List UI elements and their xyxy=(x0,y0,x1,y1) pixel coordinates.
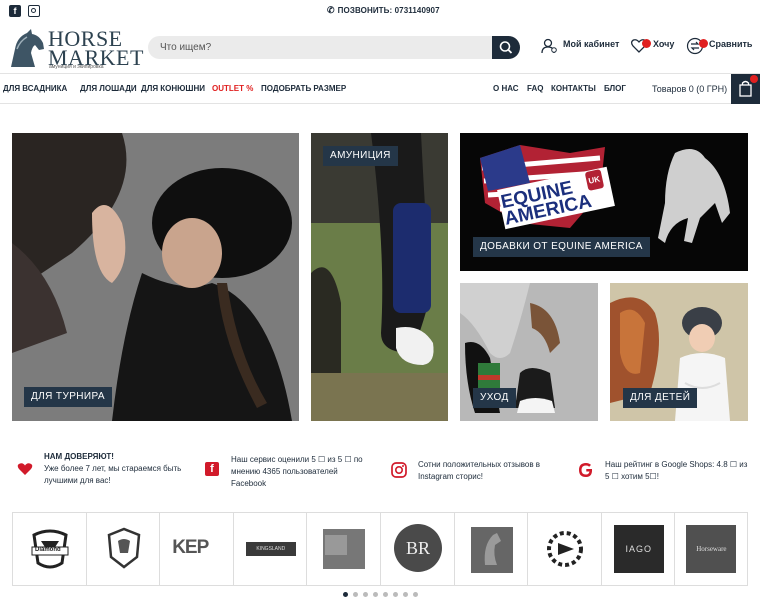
banner-equine-america[interactable]: EQUINE AMERICA UK ДОБАВКИ ОТ EQUINE AMER… xyxy=(460,133,748,271)
trust-facebook-line3: Facebook xyxy=(231,479,267,488)
nav-item-stable[interactable]: ДЛЯ КОНЮШНИ xyxy=(141,84,205,93)
banner-tournament-label: ДЛЯ ТУРНИРА xyxy=(24,387,112,407)
banner-equine-label: ДОБАВКИ ОТ EQUINE AMERICA xyxy=(473,237,650,257)
trust-facebook-line2: мнению 4365 пользователей xyxy=(231,467,338,476)
nav-item-contacts[interactable]: КОНТАКТЫ xyxy=(551,84,596,93)
nav-item-faq[interactable]: FAQ xyxy=(527,84,543,93)
banner-care-label: УХОД xyxy=(473,388,516,408)
nav-item-rider[interactable]: ДЛЯ ВСАДНИКА xyxy=(3,84,67,93)
phone-text: ПОЗВОНИТЬ: 0731140907 xyxy=(337,6,440,15)
search-icon xyxy=(499,41,513,54)
top-bar: f ✆ ПОЗВОНИТЬ: 0731140907 xyxy=(0,0,760,22)
brand-horse-head[interactable] xyxy=(455,513,529,585)
emblem-logo-icon xyxy=(547,531,584,567)
banner-kids-label: ДЛЯ ДЕТЕЙ xyxy=(623,388,698,408)
carousel-dot[interactable] xyxy=(403,592,408,597)
wishlist-badge xyxy=(642,39,651,48)
shield-logo-icon xyxy=(107,527,140,569)
brand-shield[interactable] xyxy=(87,513,161,585)
user-icon[interactable] xyxy=(540,37,558,55)
trust-block-years: НАМ ДОВЕРЯЮТ! Уже более 7 лет, мы старае… xyxy=(44,451,181,487)
brand-horseware-box: Horseware xyxy=(686,525,737,573)
brand-kep-label: KEP xyxy=(172,537,209,558)
banner-equipment[interactable]: АМУНИЦИЯ xyxy=(311,133,448,421)
trust-google-line2: 5 ☐ хотим 5☐! xyxy=(605,472,659,481)
brand-photo[interactable] xyxy=(307,513,381,585)
brand-diamond-label: Diamond xyxy=(35,547,61,553)
main-nav: ДЛЯ ВСАДНИКА ДЛЯ ЛОШАДИ ДЛЯ КОНЮШНИ OUTL… xyxy=(0,74,760,104)
brand-iago[interactable]: IAGO xyxy=(602,513,676,585)
banner-kids[interactable]: ДЛЯ ДЕТЕЙ xyxy=(610,283,748,421)
trust-google-line1: Наш рейтинг в Google Shops: 4.8 ☐ из xyxy=(605,460,748,469)
search-button[interactable] xyxy=(492,36,520,59)
banner-tournament[interactable]: ДЛЯ ТУРНИРА xyxy=(12,133,299,421)
brand-kingsland-box: KINGSLAND xyxy=(245,542,296,556)
brand-kingsland[interactable]: KINGSLAND xyxy=(234,513,308,585)
carousel-dot[interactable] xyxy=(383,592,388,597)
account-link[interactable]: Мой кабинет xyxy=(563,39,619,49)
carousel-dot[interactable] xyxy=(393,592,398,597)
instagram-icon[interactable] xyxy=(28,5,40,17)
brand-br[interactable]: BR xyxy=(381,513,455,585)
nav-item-about[interactable]: О НАС xyxy=(493,84,519,93)
nav-item-size[interactable]: ПОДОБРАТЬ РАЗМЕР xyxy=(261,84,346,93)
brand-br-circle: BR xyxy=(394,524,442,572)
carousel-dot[interactable] xyxy=(413,592,418,597)
carousel-dot[interactable] xyxy=(353,592,358,597)
heart-icon xyxy=(17,463,33,475)
phone-link[interactable]: ✆ ПОЗВОНИТЬ: 0731140907 xyxy=(327,5,440,16)
trust-years-line1: Уже более 7 лет, мы стараемся быть xyxy=(44,464,182,473)
compare-badge xyxy=(699,39,708,48)
trust-block-facebook: Наш сервис оценили 5 ☐ из 5 ☐ по мнению … xyxy=(231,454,363,490)
instagram-icon xyxy=(391,462,407,478)
brand-br-label: BR xyxy=(405,538,430,558)
trust-block-instagram: Сотни положительных отзывов в Instagram … xyxy=(418,459,540,483)
trust-years-line2: лучшими для вас! xyxy=(44,476,111,485)
logo-tagline: амуниция и экипировка xyxy=(49,64,104,70)
brand-diamond[interactable]: Diamond xyxy=(13,513,87,585)
wishlist-link[interactable]: Хочу xyxy=(653,39,674,49)
rider-with-horse-image xyxy=(12,133,299,421)
banner-equipment-label: АМУНИЦИЯ xyxy=(323,146,398,166)
horse-head-logo-icon xyxy=(470,527,513,573)
trust-title: НАМ ДОВЕРЯЮТ! xyxy=(44,452,114,461)
brand-horseware[interactable]: Horseware xyxy=(675,513,749,585)
carousel-dot[interactable] xyxy=(363,592,368,597)
facebook-icon: f xyxy=(205,462,219,476)
cart-summary[interactable]: Товаров 0 (0 ГРН) xyxy=(652,84,727,94)
nav-item-horse[interactable]: ДЛЯ ЛОШАДИ xyxy=(80,84,137,93)
brand-kingsland-label: KINGSLAND xyxy=(256,546,286,552)
nav-item-outlet[interactable]: OUTLET % xyxy=(212,84,253,93)
brand-kep[interactable]: KEP xyxy=(160,513,234,585)
brand-iago-box: IAGO xyxy=(613,525,664,573)
trust-instagram-line1: Сотни положительных отзывов в xyxy=(418,460,541,469)
search-input[interactable] xyxy=(160,39,480,56)
brand-horseware-label: Horseware xyxy=(696,545,727,553)
banner-care[interactable]: УХОД xyxy=(460,283,598,421)
trust-block-google: Наш рейтинг в Google Shops: 4.8 ☐ из 5 ☐… xyxy=(605,459,747,483)
carousel-dot[interactable] xyxy=(373,592,378,597)
compare-link[interactable]: Сравнить xyxy=(709,39,752,49)
trust-instagram-line2: Instagram сторис! xyxy=(418,472,483,481)
facebook-icon[interactable]: f xyxy=(9,5,21,17)
horse-boots-image xyxy=(311,133,448,421)
brand-emblem[interactable] xyxy=(528,513,602,585)
horse-logo-icon xyxy=(11,29,44,67)
phone-icon: ✆ xyxy=(327,5,335,15)
cart-badge xyxy=(750,75,758,83)
carousel-dot[interactable] xyxy=(343,592,348,597)
brands-carousel: Diamond KEP KINGSLAND BR IAGO Horseware xyxy=(12,512,748,586)
brand-iago-label: IAGO xyxy=(625,544,653,554)
nav-item-blog[interactable]: БЛОГ xyxy=(604,84,626,93)
trust-facebook-line1: Наш сервис оценили 5 ☐ из 5 ☐ по xyxy=(231,455,363,464)
header: HORSE MARKET амуниция и экипировка Мой к… xyxy=(0,22,760,74)
brand-photo-icon xyxy=(323,529,366,569)
search-bar xyxy=(148,36,520,59)
cart-button[interactable] xyxy=(731,74,760,104)
google-icon xyxy=(579,463,593,477)
